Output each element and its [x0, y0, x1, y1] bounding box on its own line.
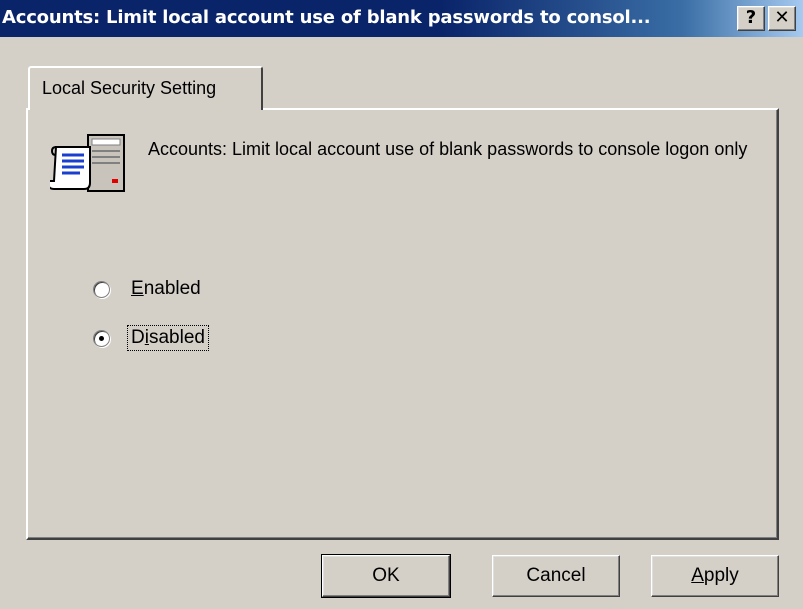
- radio-selected-dot: [99, 336, 104, 341]
- enabled-label-rest: nabled: [143, 278, 201, 299]
- tab-label: Local Security Setting: [42, 78, 217, 98]
- disabled-label[interactable]: Disabled: [127, 325, 209, 351]
- security-policy-icon: [50, 134, 125, 192]
- disabled-label-pre: D: [131, 327, 145, 348]
- title-bar[interactable]: Accounts: Limit local account use of bla…: [0, 0, 803, 37]
- tab-local-security-setting[interactable]: Local Security Setting: [28, 66, 263, 110]
- ok-button[interactable]: OK: [321, 554, 451, 598]
- window-title: Accounts: Limit local account use of bla…: [2, 7, 651, 28]
- policy-description: Accounts: Limit local account use of bla…: [148, 139, 748, 159]
- disabled-radio[interactable]: [93, 330, 110, 347]
- apply-label-rest: pply: [703, 565, 739, 586]
- help-button[interactable]: ?: [737, 6, 765, 31]
- enabled-label[interactable]: Enabled: [129, 278, 203, 300]
- close-icon: ✕: [774, 7, 790, 28]
- apply-access-key: A: [691, 565, 704, 586]
- cancel-button[interactable]: Cancel: [492, 555, 620, 597]
- enabled-radio[interactable]: [93, 281, 110, 298]
- apply-button[interactable]: Apply: [651, 555, 779, 597]
- close-button[interactable]: ✕: [768, 6, 796, 31]
- tab-panel: [26, 108, 779, 540]
- enabled-access-key: E: [131, 278, 144, 299]
- disabled-label-rest: sabled: [148, 327, 205, 348]
